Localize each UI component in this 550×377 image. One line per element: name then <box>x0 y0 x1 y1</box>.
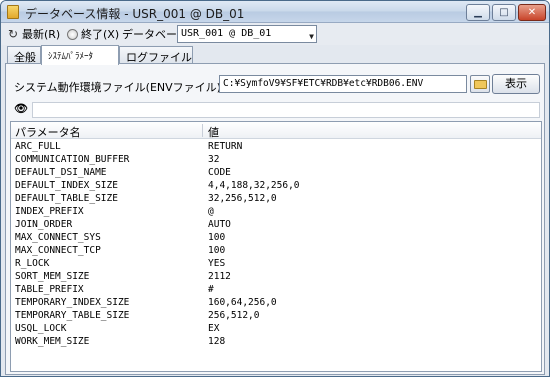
refresh-label: 最新(R) <box>22 28 61 41</box>
parameter-name-cell: USQL_LOCK <box>15 323 67 334</box>
search-input[interactable] <box>32 102 540 118</box>
parameter-value-cell: 128 <box>208 336 226 347</box>
table-row[interactable]: USQL_LOCK EX <box>11 322 541 335</box>
close-icon: ✕ <box>527 7 537 18</box>
column-header-value[interactable]: 値 <box>208 124 219 140</box>
table-row[interactable]: TEMPORARY_INDEX_SIZE 160,64,256,0 <box>11 296 541 309</box>
database-info-window: データベース情報 - USR_001 @ DB_01 ▁ □ ✕ ↻ 最新(R)… <box>0 0 550 377</box>
parameter-value-cell: YES <box>208 258 226 269</box>
parameter-value-cell: AUTO <box>208 219 231 230</box>
tab-general[interactable]: 全般 <box>7 46 41 64</box>
parameter-value-cell: EX <box>208 323 220 334</box>
app-icon <box>7 5 19 19</box>
maximize-button[interactable]: □ <box>492 4 516 21</box>
table-row[interactable]: DEFAULT_INDEX_SIZE 4,4,188,32,256,0 <box>11 179 541 192</box>
show-button[interactable]: 表示 <box>492 74 540 94</box>
table-row[interactable]: DEFAULT_TABLE_SIZE 32,256,512,0 <box>11 192 541 205</box>
table-row[interactable]: JOIN_ORDER AUTO <box>11 218 541 231</box>
search-row: 👁 <box>10 102 542 118</box>
tab-log-file[interactable]: ログファイル <box>119 46 193 64</box>
refresh-icon: ↻ <box>7 27 19 41</box>
parameter-value-cell: 160,64,256,0 <box>208 297 277 308</box>
table-row[interactable]: MAX_CONNECT_SYS 100 <box>11 231 541 244</box>
database-select[interactable]: USR_001 @ DB_01 ▼ <box>177 25 317 43</box>
database-select-value: USR_001 @ DB_01 <box>181 28 272 39</box>
maximize-icon: □ <box>499 7 509 18</box>
parameter-name-cell: DEFAULT_DSI_NAME <box>15 167 107 178</box>
browse-button[interactable] <box>470 75 490 93</box>
parameter-value-cell: 32 <box>208 154 220 165</box>
toolbar: ↻ 最新(R) 終了(X) データベース USR_001 @ DB_01 ▼ <box>1 23 549 45</box>
parameter-name-cell: TABLE_PREFIX <box>15 284 84 295</box>
system-parameters-panel: システム動作環境ファイル(ENVファイル) C:¥SymfoV9¥SF¥ETC¥… <box>5 63 545 375</box>
parameter-name-cell: DEFAULT_INDEX_SIZE <box>15 180 118 191</box>
list-header: パラメータ名 値 <box>11 122 541 139</box>
window-title: データベース情報 - USR_001 @ DB_01 <box>25 7 245 21</box>
parameter-name-cell: WORK_MEM_SIZE <box>15 336 90 347</box>
column-header-parameter-name[interactable]: パラメータ名 <box>15 124 81 140</box>
parameter-name-cell: COMMUNICATION_BUFFER <box>15 154 130 165</box>
parameter-value-cell: 4,4,188,32,256,0 <box>208 180 300 191</box>
parameter-name-cell: MAX_CONNECT_SYS <box>15 232 101 243</box>
parameter-value-cell: CODE <box>208 167 231 178</box>
exit-label: 終了(X) <box>81 28 120 41</box>
list-rows: ARC_FULL RETURN COMMUNICATION_BUFFER 32 DEFA… <box>11 140 541 348</box>
parameter-name-cell: INDEX_PREFIX <box>15 206 84 217</box>
parameter-name-cell: MAX_CONNECT_TCP <box>15 245 101 256</box>
tab-system-parameters[interactable]: ｼｽﾃﾑﾊﾟﾗﾒｰﾀ <box>41 45 119 65</box>
table-row[interactable]: TABLE_PREFIX # <box>11 283 541 296</box>
table-row[interactable]: R_LOCK YES <box>11 257 541 270</box>
parameter-value-cell: RETURN <box>208 141 243 152</box>
folder-icon <box>474 80 487 89</box>
parameter-value-cell: 256,512,0 <box>208 310 260 321</box>
table-row[interactable]: INDEX_PREFIX @ <box>11 205 541 218</box>
minimize-button[interactable]: ▁ <box>466 4 490 21</box>
table-row[interactable]: COMMUNICATION_BUFFER 32 <box>11 153 541 166</box>
env-file-path-field[interactable]: C:¥SymfoV9¥SF¥ETC¥RDB¥etc¥RDB06.ENV <box>219 75 467 93</box>
parameter-name-cell: ARC_FULL <box>15 141 61 152</box>
table-row[interactable]: ARC_FULL RETURN <box>11 140 541 153</box>
parameter-value-cell: 100 <box>208 245 226 256</box>
table-row[interactable]: MAX_CONNECT_TCP 100 <box>11 244 541 257</box>
exit-icon <box>67 28 78 40</box>
parameter-value-cell: # <box>208 284 214 295</box>
parameter-value-cell: 2112 <box>208 271 231 282</box>
table-row[interactable]: DEFAULT_DSI_NAME CODE <box>11 166 541 179</box>
table-row[interactable]: TEMPORARY_TABLE_SIZE 256,512,0 <box>11 309 541 322</box>
parameter-list[interactable]: パラメータ名 値 ARC_FULL RETURN COMMUNICATION_BUF… <box>10 121 542 372</box>
env-file-label: システム動作環境ファイル(ENVファイル) <box>14 81 221 94</box>
parameter-name-cell: TEMPORARY_TABLE_SIZE <box>15 310 130 321</box>
parameter-name-cell: R_LOCK <box>15 258 50 269</box>
parameter-value-cell: 32,256,512,0 <box>208 193 277 204</box>
parameter-value-cell: @ <box>208 206 214 217</box>
chevron-down-icon: ▼ <box>309 32 314 41</box>
parameter-name-cell: DEFAULT_TABLE_SIZE <box>15 193 118 204</box>
parameter-value-cell: 100 <box>208 232 226 243</box>
parameter-name-cell: JOIN_ORDER <box>15 219 73 230</box>
title-bar[interactable]: データベース情報 - USR_001 @ DB_01 ▁ □ ✕ <box>1 1 549 23</box>
minimize-icon: ▁ <box>474 7 482 18</box>
close-button[interactable]: ✕ <box>518 4 546 21</box>
parameter-name-cell: TEMPORARY_INDEX_SIZE <box>15 297 130 308</box>
refresh-button[interactable]: ↻ 最新(R) <box>7 26 60 42</box>
table-row[interactable]: SORT_MEM_SIZE 2112 <box>11 270 541 283</box>
column-divider[interactable] <box>202 124 203 137</box>
binoculars-icon[interactable]: 👁 <box>14 103 28 115</box>
exit-button[interactable]: 終了(X) <box>67 26 119 42</box>
table-row[interactable]: WORK_MEM_SIZE 128 <box>11 335 541 348</box>
parameter-name-cell: SORT_MEM_SIZE <box>15 271 90 282</box>
